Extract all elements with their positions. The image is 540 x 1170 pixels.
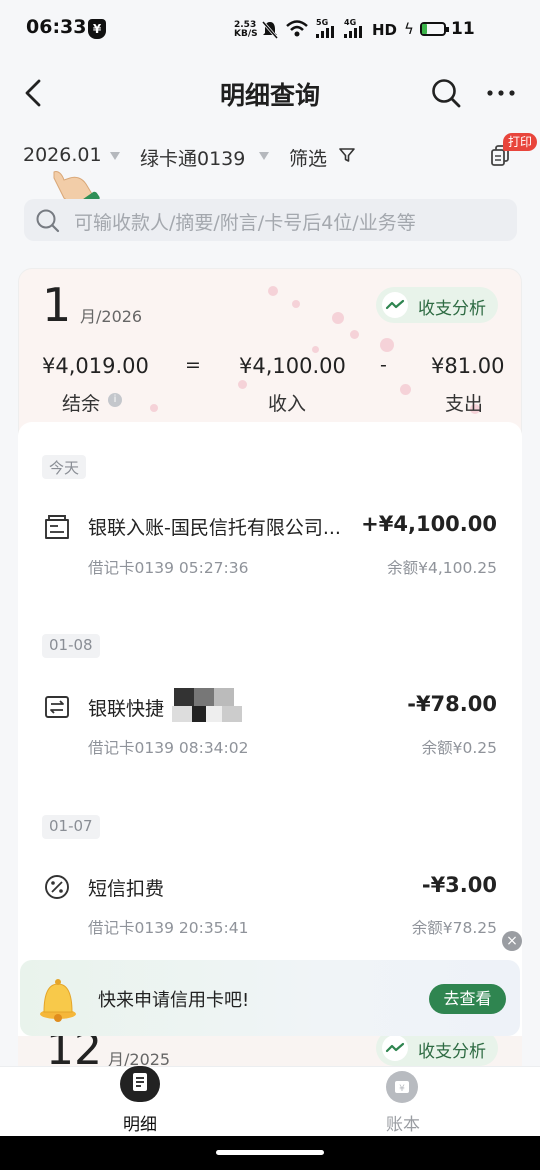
blossom-decoration [268, 286, 278, 296]
filter-icon[interactable] [339, 147, 355, 163]
blossom-decoration [400, 384, 411, 395]
bell-icon [40, 979, 76, 1022]
hd-label: HD [372, 21, 398, 39]
month-year: 月/2026 [80, 307, 143, 326]
transaction-balance: 余额¥0.25 [421, 739, 497, 757]
status-time: 06:33 [26, 16, 87, 38]
balance-value: ¥4,019.00 [42, 354, 149, 378]
search-placeholder: 可输收款人/摘要/附言/卡号后4位/业务等 [74, 212, 416, 234]
blossom-decoration [350, 330, 359, 339]
transaction-meta: 借记卡0139 20:35:41 [88, 919, 249, 937]
income-label: 收入 [268, 393, 307, 415]
transaction-balance: 余额¥4,100.25 [387, 559, 497, 577]
blossom-decoration [312, 346, 319, 353]
month-number: 1 [42, 278, 72, 332]
ledger-tab-icon[interactable]: ¥ [386, 1071, 418, 1103]
blossom-decoration [380, 338, 394, 352]
tab-ledger-label[interactable]: 账本 [386, 1110, 420, 1135]
equals-sign: = [185, 354, 201, 376]
promo-text: 快来申请信用卡吧! [98, 990, 250, 1011]
percent-icon [45, 875, 69, 899]
card-dropdown-icon[interactable] [259, 152, 269, 160]
more-icon[interactable] [486, 88, 516, 98]
next-analysis-label: 收支分析 [418, 1042, 486, 1062]
month-selector[interactable]: 2026.01 [23, 144, 102, 166]
transfer-icon [45, 696, 69, 718]
print-badge: 打印 [503, 133, 538, 151]
net-speed-unit: KB/S [234, 29, 258, 39]
expense-label: 支出 [445, 393, 484, 415]
card-selector-label: 绿卡通0139 [140, 148, 246, 170]
tab-bar [0, 1066, 540, 1136]
gesture-handle[interactable] [216, 1150, 324, 1155]
close-icon[interactable]: × [502, 931, 522, 951]
transaction-meta: 借记卡0139 08:34:02 [88, 739, 249, 757]
balance-label: 结余 [62, 393, 101, 415]
transaction-amount: -¥3.00 [421, 873, 497, 897]
transaction-title: 银联快捷 [88, 698, 165, 720]
date-chip: 01-08 [42, 634, 100, 658]
shield-icon: ¥ [88, 19, 106, 39]
battery-level: 11 [451, 19, 475, 39]
income-value: ¥4,100.00 [239, 354, 346, 378]
signal-4g-icon [344, 26, 362, 38]
filter-button[interactable]: 筛选 [289, 144, 327, 171]
charging-icon: ϟ [404, 20, 414, 38]
date-chip: 今天 [42, 455, 87, 479]
minus-sign: - [380, 354, 387, 376]
net-speed: 2.53 KB/S [234, 21, 258, 39]
battery-tip [446, 27, 449, 32]
transaction-amount: +¥4,100.00 [361, 512, 497, 536]
analysis-label: 收支分析 [418, 299, 486, 319]
filter-button-label: 筛选 [289, 148, 328, 170]
signal-5g-icon [316, 26, 334, 38]
details-tab-icon [120, 1066, 160, 1102]
search-field-icon [36, 209, 60, 233]
transaction-meta: 借记卡0139 05:27:36 [88, 559, 249, 577]
tab-details[interactable] [120, 1066, 160, 1102]
receipt-icon [45, 515, 69, 539]
promo-view-button[interactable]: 去查看 [429, 984, 506, 1014]
month-selector-label: 2026.01 [23, 144, 102, 166]
app-root: 06:33 ¥ 2.53 KB/S 5G 4G HD ϟ 11 明细查询 202… [0, 0, 540, 1170]
wifi-icon [286, 20, 308, 37]
svg-text:¥: ¥ [399, 1084, 405, 1094]
blossom-decoration [292, 300, 300, 308]
mute-bell-icon [262, 21, 278, 39]
date-chip: 01-07 [42, 815, 100, 839]
transaction-balance: 余额¥78.25 [411, 919, 497, 937]
blossom-decoration [332, 312, 344, 324]
card-selector[interactable]: 绿卡通0139 [140, 144, 245, 171]
trend-icon [382, 1035, 408, 1061]
transaction-title: 银联入账-国民信托有限公司... [88, 517, 341, 539]
transaction-title: 短信扣费 [88, 878, 165, 900]
month-dropdown-icon[interactable] [110, 152, 120, 160]
search-icon[interactable] [430, 77, 462, 109]
transaction-amount: -¥78.00 [407, 692, 497, 716]
tab-details-label[interactable]: 明细 [123, 1110, 157, 1135]
expense-value: ¥81.00 [431, 354, 505, 378]
redaction-mosaic [172, 688, 256, 740]
trend-icon [382, 292, 408, 318]
info-icon[interactable]: i [108, 393, 122, 407]
battery-icon [420, 22, 446, 36]
blossom-decoration [150, 404, 158, 412]
blossom-decoration [238, 380, 247, 389]
